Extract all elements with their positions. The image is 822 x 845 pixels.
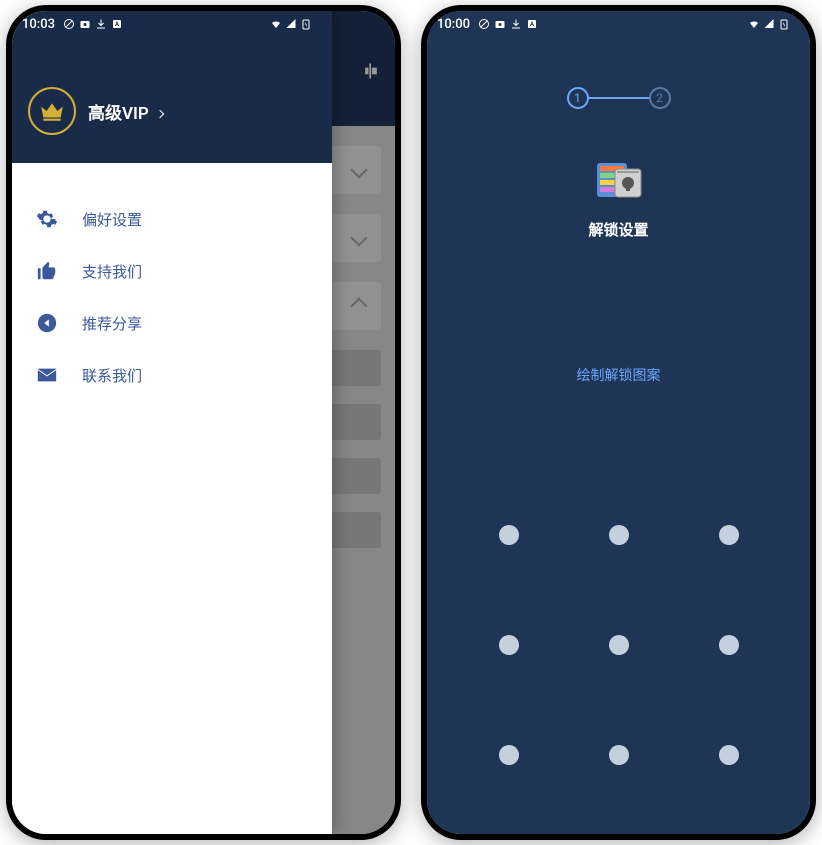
camera-icon — [79, 18, 91, 30]
pattern-dot-6[interactable] — [719, 635, 739, 655]
signal-icon — [285, 18, 297, 30]
status-bar: 10:03 A — [12, 11, 332, 37]
drawer-item-label: 推荐分享 — [82, 313, 142, 334]
unlock-hint: 绘制解锁图案 — [577, 365, 661, 385]
thumbs-up-icon — [36, 260, 58, 282]
battery-icon — [300, 18, 312, 30]
pattern-dot-5[interactable] — [609, 635, 629, 655]
vip-crown-icon — [28, 87, 76, 135]
camera-icon — [494, 18, 506, 30]
pattern-dot-2[interactable] — [609, 525, 629, 545]
share-icon — [36, 312, 58, 334]
screen-right: 10:00 A 1 2 — [427, 11, 810, 834]
status-time: 10:03 — [22, 17, 55, 32]
status-time: 10:00 — [437, 17, 470, 32]
pattern-dot-3[interactable] — [719, 525, 739, 545]
status-icons-right — [270, 18, 312, 30]
setup-stepper: 1 2 — [567, 87, 671, 109]
wifi-icon — [270, 18, 282, 30]
unlock-title: 解锁设置 — [588, 219, 648, 240]
gear-icon — [36, 208, 58, 230]
drawer-header[interactable]: 高级VIP — [12, 37, 332, 163]
unlock-screen: 10:00 A 1 2 — [427, 11, 810, 834]
navigation-drawer: 10:03 A 高级VIP — [12, 11, 332, 834]
no-location-icon — [478, 18, 490, 30]
app-lock-icon — [591, 149, 647, 205]
drawer-item-support[interactable]: 支持我们 — [12, 245, 332, 297]
screen-left: 10:03 A 高级VIP — [12, 11, 395, 834]
drawer-item-label: 偏好设置 — [82, 209, 142, 230]
mail-icon — [36, 364, 58, 386]
status-icons-left: A — [63, 18, 123, 30]
download-icon — [510, 18, 522, 30]
drawer-item-label: 支持我们 — [82, 261, 142, 282]
drawer-item-share[interactable]: 推荐分享 — [12, 297, 332, 349]
step-2: 2 — [649, 87, 671, 109]
pattern-lock-grid[interactable] — [499, 525, 739, 765]
pattern-dot-4[interactable] — [499, 635, 519, 655]
signal-icon — [763, 18, 775, 30]
pattern-dot-9[interactable] — [719, 745, 739, 765]
drawer-menu: 偏好设置 支持我们 推荐分享 — [12, 163, 332, 431]
phone-right: 10:00 A 1 2 — [421, 5, 816, 840]
badge-a-icon: A — [111, 18, 123, 30]
badge-a-icon: A — [526, 18, 538, 30]
download-icon — [95, 18, 107, 30]
status-icons-left: A — [478, 18, 538, 30]
drawer-title-wrap: 高级VIP — [88, 99, 163, 124]
pattern-dot-1[interactable] — [499, 525, 519, 545]
no-location-icon — [63, 18, 75, 30]
step-connector — [589, 97, 649, 99]
drawer-title: 高级VIP — [88, 104, 149, 124]
pattern-dot-7[interactable] — [499, 745, 519, 765]
phone-left: 10:03 A 高级VIP — [6, 5, 401, 840]
status-icons-right — [748, 18, 790, 30]
drawer-item-preferences[interactable]: 偏好设置 — [12, 193, 332, 245]
chevron-right-icon — [156, 110, 164, 118]
battery-icon — [778, 18, 790, 30]
pattern-dot-8[interactable] — [609, 745, 629, 765]
drawer-item-contact[interactable]: 联系我们 — [12, 349, 332, 401]
status-bar: 10:00 A — [427, 11, 810, 37]
step-1: 1 — [567, 87, 589, 109]
drawer-item-label: 联系我们 — [82, 365, 142, 386]
wifi-icon — [748, 18, 760, 30]
